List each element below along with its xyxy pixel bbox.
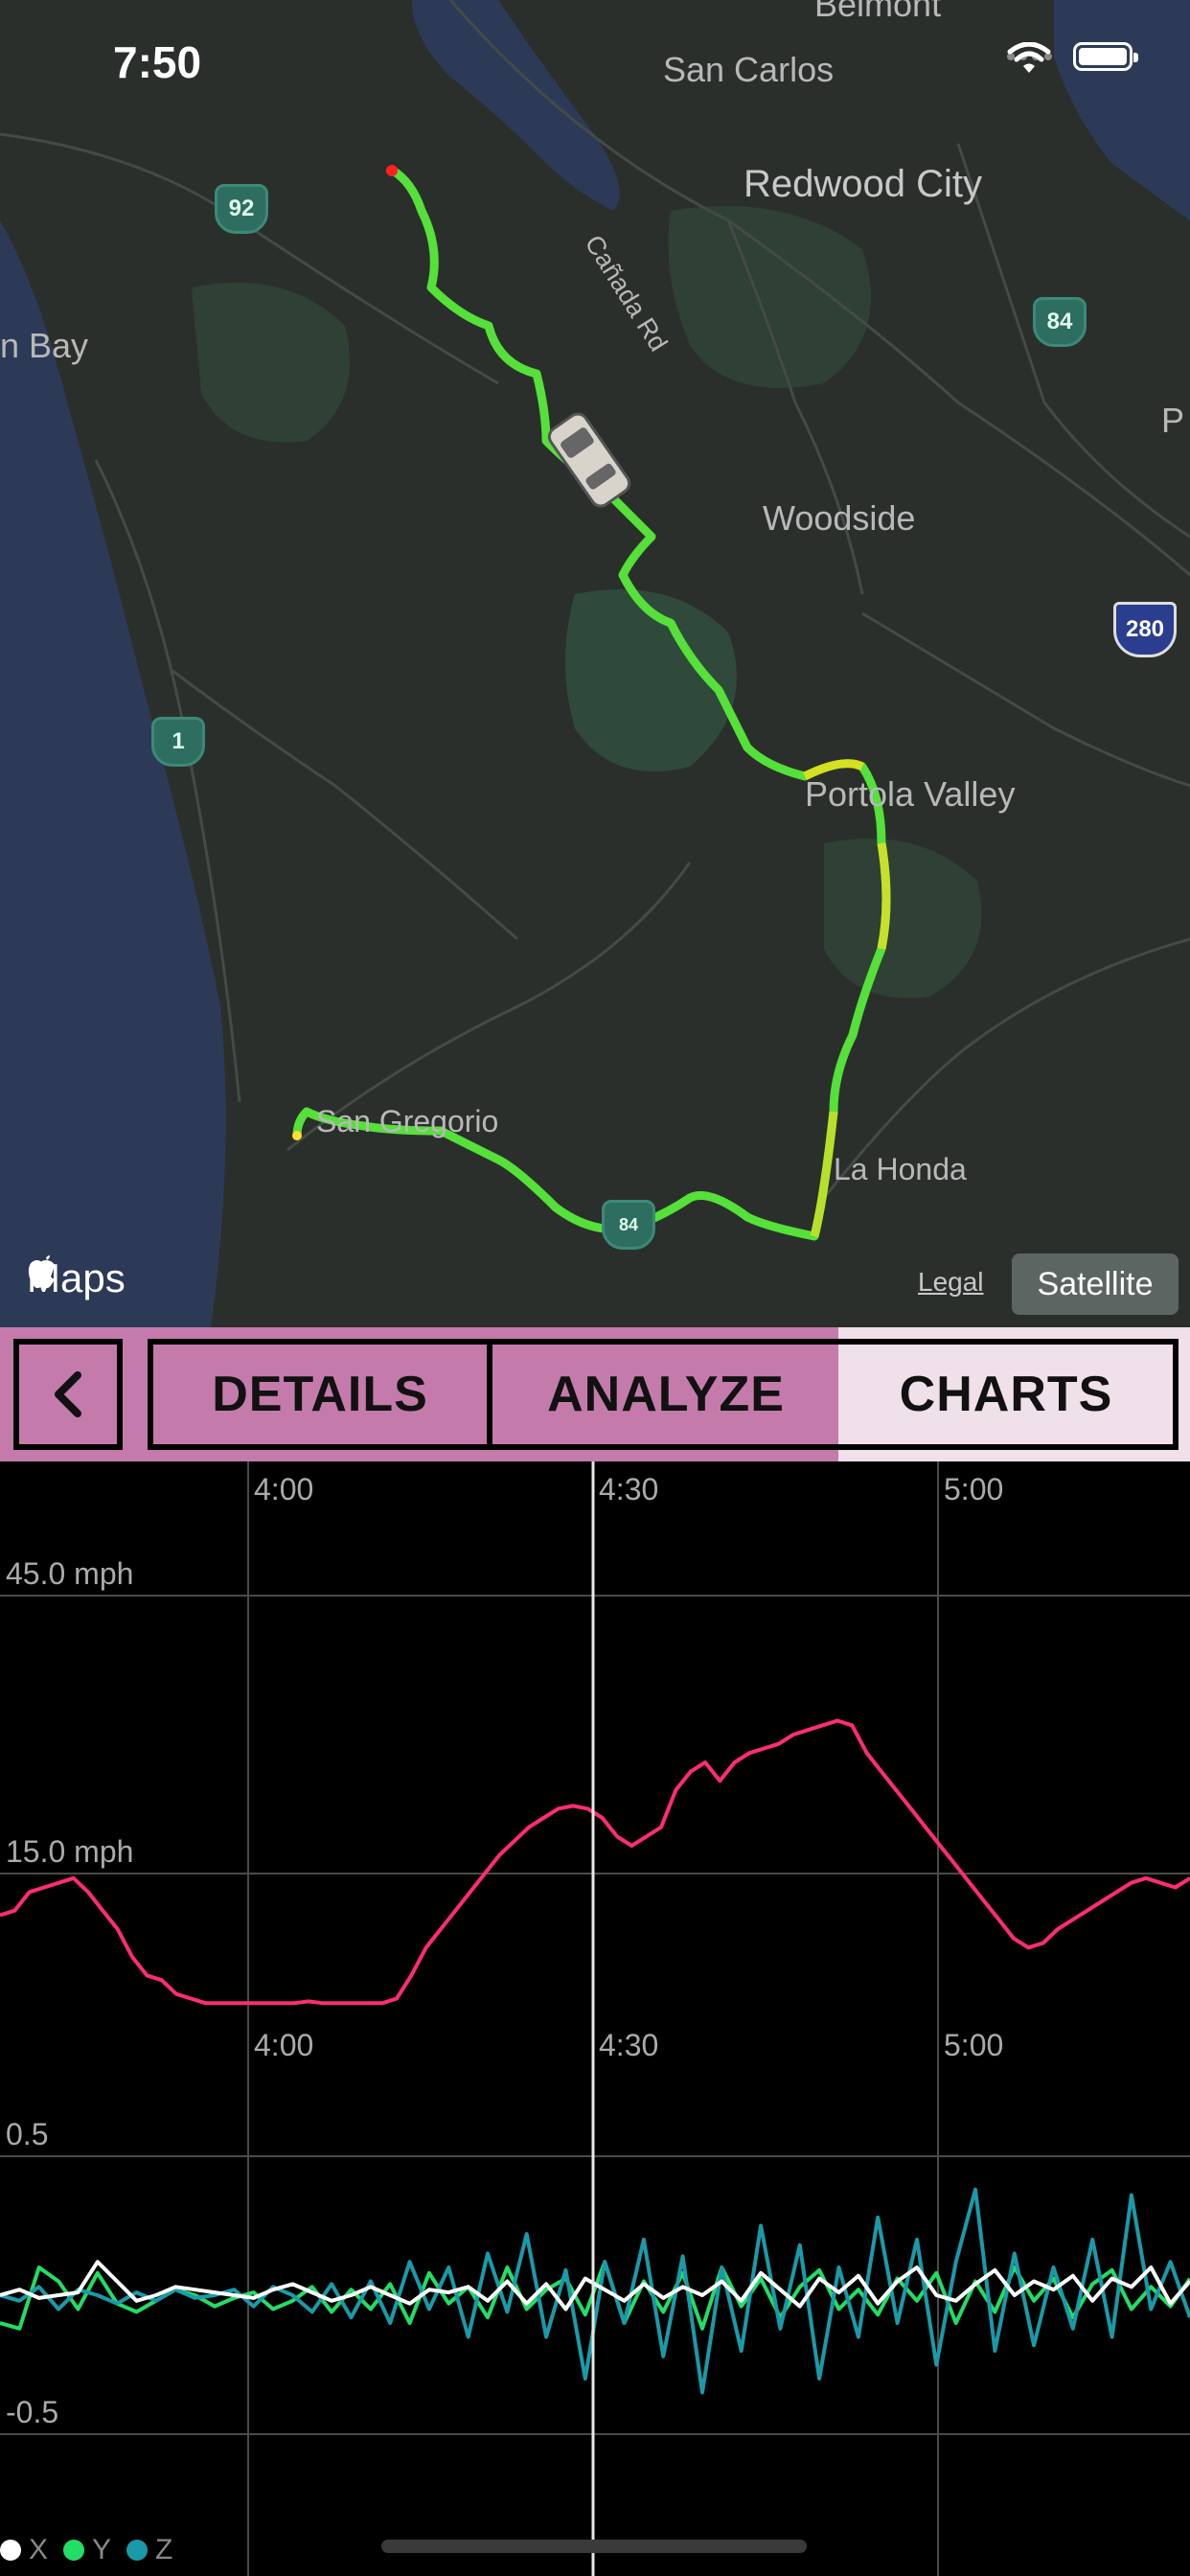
charts-canvas[interactable]: 4:00 4:30 5:00 45.0 mph 15.0 mph 4:00 4:30 5:00…	[0, 1461, 1190, 2576]
battery-icon	[1073, 42, 1138, 71]
interstate-280-shield: 280	[1113, 602, 1177, 657]
legal-link[interactable]: Legal	[918, 1267, 984, 1298]
charts-panel[interactable]: 4:00 4:30 5:00 45.0 mph 15.0 mph 4:00 4:30 5:00…	[0, 1461, 1190, 2576]
map-label-san-gregorio: San Gregorio	[316, 1104, 499, 1138]
back-button[interactable]	[13, 1339, 123, 1450]
speed-x-tick-label: 4:30	[599, 1472, 658, 1506]
tab-details[interactable]: DETAILS	[153, 1345, 492, 1444]
route-start-marker	[386, 165, 398, 176]
route-1-shield: 1	[151, 717, 205, 767]
map-label-edge: P	[1161, 401, 1185, 440]
map-label-la-honda: La Honda	[834, 1152, 967, 1186]
speed-x-tick-label: 5:00	[944, 1472, 1003, 1506]
map-label-redwood-city: Redwood City	[744, 163, 983, 205]
status-time: 7:50	[113, 37, 202, 87]
legend-z-swatch	[126, 2540, 149, 2561]
speed-x-tick-label: 4:00	[254, 1472, 313, 1506]
route-track-segment	[877, 842, 891, 950]
satellite-button[interactable]: Satellite	[1012, 1254, 1179, 1315]
home-indicator[interactable]	[381, 2540, 807, 2553]
wifi-icon	[1007, 42, 1051, 73]
map-label-portola-valley: Portola Valley	[805, 774, 1016, 814]
legend-y-swatch	[63, 2540, 85, 2561]
accel-x-tick-label: 4:00	[254, 2028, 313, 2062]
map-canvas[interactable]	[0, 0, 1190, 1327]
map-label-half-moon-bay: n Bay	[0, 326, 89, 365]
legend-x-swatch	[0, 2540, 21, 2561]
tab-bar: DETAILS ANALYZE CHARTS	[0, 1327, 1190, 1461]
accel-legend: X Y Z	[0, 2534, 172, 2566]
tab-charts[interactable]: CHARTS	[839, 1345, 1173, 1444]
accel-y-tick-label: 0.5	[6, 2117, 48, 2151]
accel-x-tick-label: 4:30	[599, 2028, 658, 2062]
map-label-san-carlos: San Carlos	[663, 50, 835, 89]
apple-logo-icon	[28, 1255, 55, 1289]
apple-maps-logo: Maps	[27, 1255, 126, 1301]
accel-x-tick-label: 5:00	[944, 2028, 1003, 2062]
route-92-shield: 92	[215, 184, 268, 234]
speed-y-tick-label: 15.0 mph	[6, 1834, 133, 1869]
tab-group: DETAILS ANALYZE CHARTS	[148, 1339, 1179, 1450]
legend-x-label: X	[29, 2534, 49, 2565]
map-label-belmont: Belmont	[814, 0, 942, 24]
legend-z-label: Z	[155, 2534, 173, 2565]
tab-analyze[interactable]: ANALYZE	[492, 1345, 839, 1444]
speed-series-line-0	[0, 1718, 1190, 2006]
map-label-woodside: Woodside	[763, 498, 916, 538]
map-view[interactable]: 7:50 Belmont San Carlos Redwood City Cañ…	[0, 0, 1190, 1327]
speed-y-tick-label: 45.0 mph	[6, 1556, 133, 1591]
chevron-left-icon	[55, 1371, 81, 1417]
route-84-shield: 84	[1033, 297, 1087, 347]
route-end-marker	[292, 1131, 302, 1140]
accel-y-tick-label: -0.5	[6, 2395, 58, 2429]
legend-y-label: Y	[92, 2534, 112, 2565]
status-icons	[1007, 42, 1138, 73]
route-84-shield-south: 84	[602, 1200, 655, 1250]
